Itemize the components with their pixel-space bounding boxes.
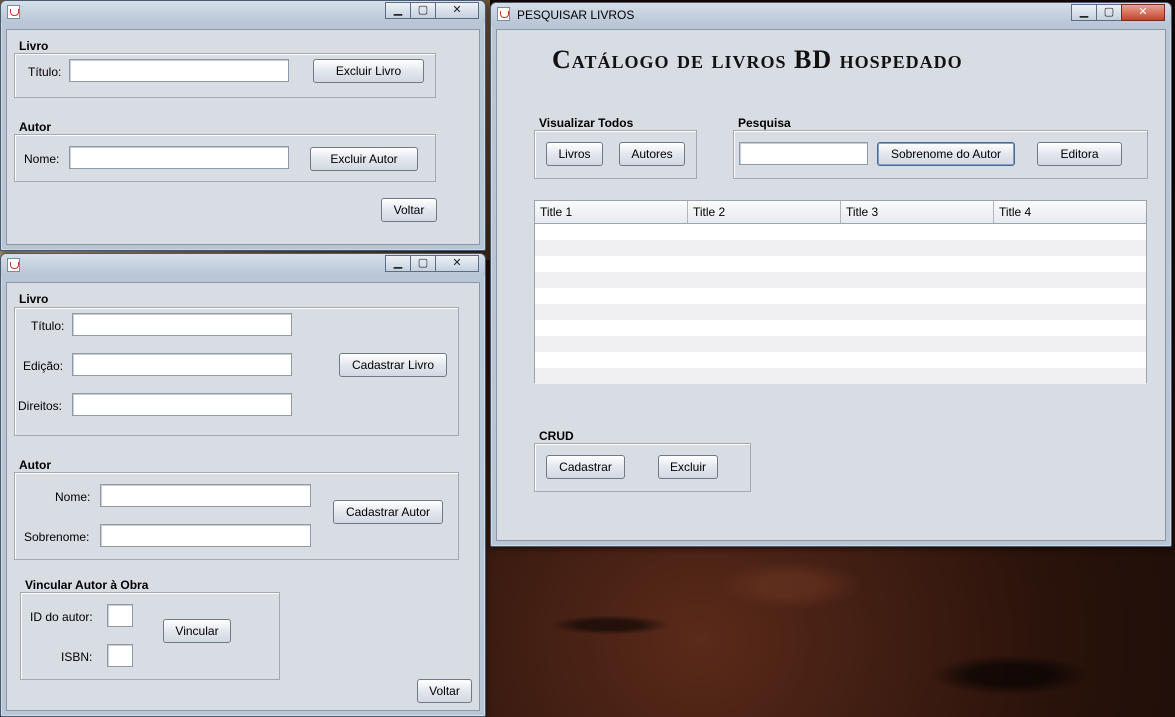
table-header: Title 1 Title 2 Title 3 Title 4	[535, 201, 1146, 224]
window-content: Livro Título: Edição: Direitos: Cadastra…	[6, 282, 480, 711]
group-label-livro: Livro	[19, 39, 49, 53]
group-label-visualizar: Visualizar Todos	[539, 116, 634, 130]
maximize-button[interactable]: ▢	[410, 255, 436, 272]
group-label-autor: Autor	[19, 458, 51, 472]
titulo-label: Título:	[31, 319, 65, 333]
table-row[interactable]	[535, 368, 1146, 384]
close-button[interactable]: ✕	[1121, 4, 1165, 21]
column-header[interactable]: Title 1	[535, 201, 688, 223]
minimize-button[interactable]: ▁	[385, 255, 411, 272]
excluir-button[interactable]: Excluir	[658, 455, 718, 479]
titlebar[interactable]: ▁ ▢ ✕	[1, 1, 485, 23]
voltar-button[interactable]: Voltar	[381, 198, 437, 222]
window-title: PESQUISAR LIVROS	[517, 8, 635, 22]
pesquisa-input[interactable]	[739, 142, 868, 165]
table-row[interactable]	[535, 288, 1146, 304]
column-header[interactable]: Title 4	[994, 201, 1146, 223]
panel-vincular	[20, 592, 280, 680]
group-label-pesquisa: Pesquisa	[738, 116, 791, 130]
minimize-button[interactable]: ▁	[1071, 4, 1097, 21]
titulo-input[interactable]	[69, 59, 289, 82]
results-table[interactable]: Title 1 Title 2 Title 3 Title 4	[534, 200, 1147, 384]
edicao-input[interactable]	[72, 353, 292, 376]
maximize-button[interactable]: ▢	[1096, 4, 1122, 21]
voltar-button[interactable]: Voltar	[417, 679, 472, 703]
vincular-button[interactable]: Vincular	[163, 619, 231, 643]
nome-input[interactable]	[100, 484, 311, 507]
titlebar[interactable]: ▁ ▢ ✕	[1, 254, 485, 276]
isbn-label: ISBN:	[61, 650, 93, 664]
isbn-input[interactable]	[107, 644, 133, 667]
window-content: Livro Título: Excluir Livro Autor Nome: …	[6, 29, 480, 245]
table-row[interactable]	[535, 320, 1146, 336]
table-row[interactable]	[535, 240, 1146, 256]
close-button[interactable]: ✕	[435, 2, 479, 19]
direitos-input[interactable]	[72, 393, 292, 416]
direitos-label: Direitos:	[18, 399, 63, 413]
cadastrar-autor-button[interactable]: Cadastrar Autor	[333, 500, 443, 524]
nome-label: Nome:	[24, 152, 60, 166]
id-autor-input[interactable]	[107, 604, 133, 627]
window-cadastro: ▁ ▢ ✕ Livro Título: Edição: Direitos: Ca…	[0, 253, 486, 717]
titulo-input[interactable]	[72, 313, 292, 336]
column-header[interactable]: Title 2	[688, 201, 841, 223]
autores-button[interactable]: Autores	[619, 142, 685, 166]
edicao-label: Edição:	[23, 359, 64, 373]
table-row[interactable]	[535, 336, 1146, 352]
minimize-button[interactable]: ▁	[385, 2, 411, 19]
livros-button[interactable]: Livros	[546, 142, 603, 166]
window-excluir: ▁ ▢ ✕ Livro Título: Excluir Livro Autor …	[0, 0, 486, 251]
nome-label: Nome:	[55, 490, 91, 504]
java-app-icon	[7, 5, 20, 19]
sobrenome-do-autor-button[interactable]: Sobrenome do Autor	[877, 142, 1015, 166]
editora-button[interactable]: Editora	[1037, 142, 1122, 166]
nome-input[interactable]	[69, 146, 289, 169]
titulo-label: Título:	[28, 65, 62, 79]
maximize-button[interactable]: ▢	[410, 2, 436, 19]
sobrenome-label: Sobrenome:	[24, 530, 90, 544]
group-label-autor: Autor	[19, 120, 51, 134]
group-label-crud: CRUD	[539, 429, 574, 443]
titlebar[interactable]: PESQUISAR LIVROS ▁ ▢ ✕	[491, 3, 1171, 25]
table-body	[535, 224, 1146, 384]
table-row[interactable]	[535, 256, 1146, 272]
id-autor-label: ID do autor:	[30, 610, 93, 624]
close-button[interactable]: ✕	[435, 255, 479, 272]
excluir-livro-button[interactable]: Excluir Livro	[313, 59, 424, 83]
excluir-autor-button[interactable]: Excluir Autor	[310, 147, 418, 171]
group-label-livro: Livro	[19, 292, 49, 306]
table-row[interactable]	[535, 224, 1146, 240]
group-label-vincular: Vincular Autor à Obra	[25, 578, 149, 592]
cadastrar-button[interactable]: Cadastrar	[546, 455, 625, 479]
column-header[interactable]: Title 3	[841, 201, 994, 223]
table-row[interactable]	[535, 272, 1146, 288]
table-row[interactable]	[535, 352, 1146, 368]
desktop-wallpaper-pattern	[490, 545, 1175, 717]
java-app-icon	[497, 7, 510, 21]
java-app-icon	[7, 258, 20, 272]
sobrenome-input[interactable]	[100, 524, 311, 547]
table-row[interactable]	[535, 304, 1146, 320]
cadastrar-livro-button[interactable]: Cadastrar Livro	[339, 353, 447, 377]
page-title: Catálogo de livros BD hospedado	[552, 45, 963, 74]
